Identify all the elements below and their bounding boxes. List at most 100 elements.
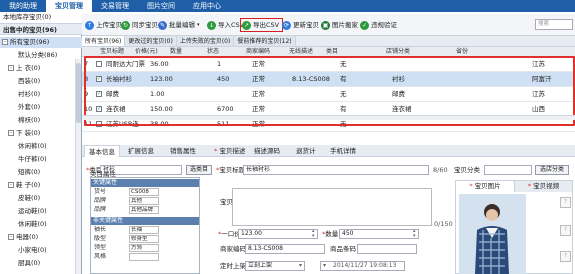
tree-item[interactable]: 西装(0) — [0, 76, 82, 87]
toolbar-button-1[interactable]: ↻ 同步宝贝 — [120, 18, 161, 32]
nav-tab-3[interactable]: 图片空间 — [138, 0, 184, 12]
filter-tab-1[interactable]: 更改过的宝贝(0) — [125, 36, 177, 46]
attr-value[interactable]: 修身型 — [129, 235, 159, 243]
timer-date-input[interactable]: ▾ 2014/11/27 19:08:13 — [320, 261, 405, 271]
image-panel: * 宝贝图片 * 宝贝视频 ? ? ? — [455, 180, 573, 274]
merchant-code-label: 商家编码 — [220, 245, 246, 253]
timer-label: 定时上架 — [220, 262, 246, 270]
tree-toggle-icon[interactable]: - — [2, 39, 8, 45]
toolbar-button-5[interactable]: ⟳ 更新宝贝 — [281, 18, 322, 32]
toolbar-button-7[interactable]: ✓ 违规验证 — [359, 18, 400, 32]
on-sale-section[interactable]: 出售中的宝贝(96) — [0, 23, 82, 35]
selling-point-textarea[interactable] — [232, 188, 432, 226]
tree-item[interactable]: -鞋 子(0) — [0, 180, 82, 191]
attr-key: 品牌 — [94, 197, 107, 204]
image-slot-2[interactable]: ? — [560, 225, 571, 236]
detail-tab-label: 描述源码 — [254, 147, 280, 155]
image-slot-1[interactable]: ? — [560, 197, 571, 208]
nav-tab-4[interactable]: 应用中心 — [184, 0, 230, 12]
tree-toggle-icon[interactable]: - — [8, 130, 14, 136]
sidebar-scroll-thumb[interactable] — [76, 63, 81, 123]
detail-tab-6[interactable]: 手机详情 — [326, 145, 360, 157]
tree-item[interactable]: 棉袄(0) — [0, 115, 82, 126]
filter-tab-2[interactable]: 上传失败的宝贝(0) — [176, 36, 235, 46]
tree-item[interactable]: 小家电(0) — [0, 245, 82, 256]
title-label: *宝贝标题 — [216, 166, 246, 174]
qty-stepper[interactable]: ▴ ▾ — [413, 229, 419, 239]
nav-tab-0[interactable]: 我的助理 — [0, 0, 46, 12]
shop-category-field[interactable] — [484, 165, 532, 175]
tree-toggle-icon[interactable]: - — [8, 234, 14, 240]
attr-section-header: 关键属性 — [91, 179, 199, 187]
tree-item[interactable]: -上 衣(0) — [0, 63, 82, 74]
toolbar-button-0[interactable]: ↑ 上传宝贝 — [84, 18, 125, 32]
tab-product-video[interactable]: * 宝贝视频 — [515, 181, 573, 192]
attr-value[interactable]: 方领 — [129, 244, 159, 252]
attr-value[interactable]: 长袖 — [129, 226, 159, 234]
toolbar-button-label: 违规验证 — [371, 21, 397, 29]
grid-hscrollbar[interactable] — [82, 115, 575, 120]
detail-tab-5[interactable]: 退货计 — [292, 145, 320, 157]
tree-item[interactable]: -下 装(0) — [0, 128, 82, 139]
toolbar-button-4[interactable]: ↗ 导出CSV — [240, 18, 284, 32]
detail-tab-2[interactable]: 销售属性 — [166, 145, 200, 157]
attr-key: 版型 — [94, 235, 107, 242]
filter-tabs: 所有宝贝(96) 更改过的宝贝(0) 上传失败的宝贝(0) 餐前推荐的宝贝(12) — [82, 36, 575, 47]
detail-tab-3[interactable]: * 宝贝描述 — [210, 145, 249, 157]
attr-row: 品牌 其他 — [91, 197, 199, 205]
tree-item[interactable]: 牛仔裤(0) — [0, 154, 82, 165]
attr-row: 领型 方领 — [91, 244, 199, 252]
tree-toggle-icon[interactable]: - — [8, 65, 14, 71]
toolbar-button-label: 更新宝贝 — [293, 21, 319, 29]
tree-item[interactable]: 休闲鞋(0) — [0, 219, 82, 230]
qty-input[interactable]: 450 — [339, 229, 419, 239]
nav-tab-2[interactable]: 交易管理 — [92, 0, 138, 12]
attr-value[interactable]: CS008 — [129, 188, 159, 196]
detail-tab-1[interactable]: 扩展信息 — [124, 145, 158, 157]
timer-select[interactable]: 立刻上架 ▾ — [245, 261, 305, 271]
tree-item-label: 厨具(0) — [18, 259, 41, 267]
price-stepper[interactable]: ▴ ▾ — [312, 229, 318, 239]
image-slot-3[interactable]: ? — [560, 251, 571, 262]
top-nav: 我的助理 宝贝管理 交易管理 图片空间 应用中心 — [0, 0, 575, 12]
attr-key: 风格 — [94, 253, 107, 260]
search-input[interactable]: 搜索 — [535, 19, 573, 30]
attr-value[interactable] — [129, 253, 159, 261]
tab-product-images[interactable]: * 宝贝图片 — [456, 181, 515, 192]
price-input[interactable]: 123.00 — [238, 229, 318, 239]
tree-item[interactable]: - 所有宝贝(96) — [0, 37, 82, 48]
qty-label: *数量 — [322, 230, 339, 238]
detail-tab-4[interactable]: 描述源码 — [250, 145, 284, 157]
selling-point-count: 0/150 — [434, 220, 453, 228]
tree-item[interactable]: 休闲裤(0) — [0, 141, 82, 152]
filter-tab-0[interactable]: 所有宝贝(96) — [82, 36, 126, 46]
image-move-icon: ▣ — [321, 20, 330, 30]
nav-tab-1[interactable]: 宝贝管理 — [46, 0, 92, 12]
toolbar-button-2[interactable]: ✎ 批量编辑 ▾ — [157, 18, 203, 32]
toolbar-button-label: 图片搬家 — [332, 21, 358, 29]
shop-category-label: 宝贝分类 — [454, 166, 480, 174]
tree-item[interactable]: 外套(0) — [0, 102, 82, 113]
attr-row: 风格 — [91, 253, 199, 261]
select-category-button[interactable]: 选类目 — [186, 165, 212, 175]
filter-tab-3[interactable]: 餐前推荐的宝贝(12) — [234, 36, 296, 46]
attr-value[interactable]: 其他 — [129, 197, 159, 205]
title-input[interactable]: 长袖衬衫 — [243, 165, 429, 175]
toolbar-button-6[interactable]: ▣ 图片搬家 — [320, 18, 361, 32]
tree-item[interactable]: 默认分类(86) — [0, 50, 82, 61]
tree-item-label: 下 装(0) — [16, 129, 41, 137]
merchant-code-input[interactable]: 8.13-CS008 — [245, 244, 325, 254]
tree-item[interactable]: 厨具(0) — [0, 258, 82, 269]
select-shop-category-button[interactable]: 选店分类 — [535, 165, 569, 175]
tree-item[interactable]: 运动鞋(0) — [0, 206, 82, 217]
attr-value[interactable]: 其他品牌 — [129, 206, 159, 214]
barcode-input[interactable] — [357, 244, 417, 254]
product-main-image[interactable] — [459, 194, 526, 274]
tree-item[interactable]: 短裤(0) — [0, 167, 82, 178]
local-stock-item[interactable]: 本地库存宝贝(0) — [0, 12, 82, 23]
tree-toggle-icon[interactable]: - — [8, 182, 14, 188]
detail-tab-0[interactable]: 基本信息 — [84, 145, 120, 157]
tree-item[interactable]: - 电器(0) — [0, 232, 82, 243]
tree-item[interactable]: 皮鞋(0) — [0, 193, 82, 204]
tree-item[interactable]: 衬衫(0) — [0, 89, 82, 100]
